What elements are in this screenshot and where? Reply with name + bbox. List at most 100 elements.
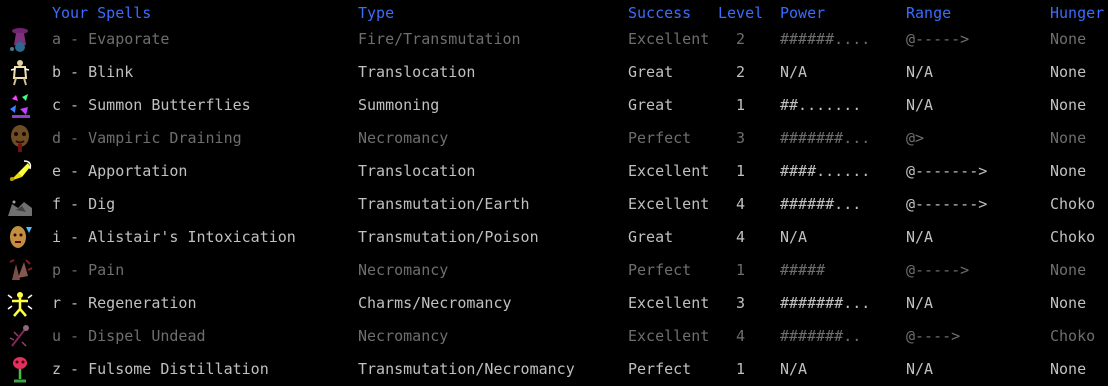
dig-icon — [8, 200, 32, 216]
spell-level: 2 — [736, 30, 746, 48]
spell-power: N/A — [780, 228, 808, 246]
spell-row[interactable]: f - Dig Transmutation/Earth Excellent 4 ####… — [0, 188, 1108, 221]
spell-type: Summoning — [358, 96, 440, 114]
spell-range: N/A — [906, 63, 934, 81]
spell-power: #######.. — [780, 327, 862, 345]
spell-hunger: Choko — [1050, 327, 1096, 345]
butterflies-icon — [10, 94, 30, 118]
spell-range: @-----> — [906, 261, 970, 279]
spell-hunger: None — [1050, 129, 1087, 147]
spell-type: Necromancy — [358, 327, 449, 345]
header-success: Success — [628, 4, 692, 22]
regeneration-icon — [7, 292, 33, 317]
spell-hunger: None — [1050, 261, 1087, 279]
header-spells: Your Spells — [52, 4, 152, 22]
spell-type: Charms/Necromancy — [358, 294, 512, 312]
spell-hunger: None — [1050, 294, 1087, 312]
spell-hunger: Choko — [1050, 228, 1096, 246]
spell-level: 3 — [736, 294, 746, 312]
spell-success: Great — [628, 96, 674, 114]
apportation-icon — [10, 160, 32, 181]
spell-hunger: None — [1050, 360, 1087, 378]
spell-range: @-------> — [906, 195, 988, 213]
spell-success: Perfect — [628, 129, 692, 147]
spell-level: 4 — [736, 228, 746, 246]
spell-level: 3 — [736, 129, 746, 147]
spell-level: 1 — [736, 162, 746, 180]
spell-row[interactable]: u - Dispel Undead Necromancy Excellent 4 ###… — [0, 320, 1108, 353]
spell-hunger: None — [1050, 162, 1087, 180]
spell-success: Perfect — [628, 360, 692, 378]
spell-success: Excellent — [628, 195, 710, 213]
spell-row[interactable]: a - Evaporate Fire/Transmutation Excellent… — [0, 23, 1108, 56]
spell-row[interactable]: d - Vampiric Draining Necromancy Perfect 3 #… — [0, 122, 1108, 155]
spell-power: ####...... — [780, 162, 871, 180]
spell-range: @-------> — [906, 162, 988, 180]
spell-type: Necromancy — [358, 129, 449, 147]
spell-row[interactable]: z - Fulsome Distillation Transmutation/Ne… — [0, 353, 1108, 386]
spell-hunger: None — [1050, 96, 1087, 114]
header-level: Level — [718, 4, 764, 22]
spell-name: f - Dig — [52, 195, 116, 213]
spell-row[interactable]: r - Regeneration Charms/Necromancy Excelle… — [0, 287, 1108, 320]
spell-power: N/A — [780, 63, 808, 81]
spell-hunger: None — [1050, 30, 1087, 48]
spell-power: ######.... — [780, 30, 871, 48]
spell-power: N/A — [780, 360, 808, 378]
spell-name: a - Evaporate — [52, 30, 170, 48]
spell-name: e - Apportation — [52, 162, 188, 180]
spell-range: @-----> — [906, 30, 970, 48]
header-range: Range — [906, 4, 952, 22]
spell-hunger: Choko — [1050, 195, 1096, 213]
evaporate-icon — [10, 28, 28, 52]
spell-level: 1 — [736, 96, 746, 114]
spell-power: #######... — [780, 129, 871, 147]
spell-row[interactable]: c - Summon Butterflies Summoning Great 1 ##.… — [0, 89, 1108, 122]
spell-name: p - Pain — [52, 261, 125, 279]
header-power: Power — [780, 4, 826, 22]
spell-name: u - Dispel Undead — [52, 327, 206, 345]
spell-name: b - Blink — [52, 63, 134, 81]
spell-type: Necromancy — [358, 261, 449, 279]
spell-list-header: Your Spells Type Success Level Power Ran… — [0, 3, 1108, 23]
spell-range: @> — [906, 129, 925, 147]
spell-range: N/A — [906, 228, 934, 246]
spell-level: 4 — [736, 195, 746, 213]
intoxication-icon — [10, 226, 32, 248]
spell-name: r - Regeneration — [52, 294, 197, 312]
spell-row[interactable]: p - Pain Necromancy Perfect 1 ##### @-----> No… — [0, 254, 1108, 287]
spell-row[interactable]: i - Alistair's Intoxication Transmutation… — [0, 221, 1108, 254]
spell-success: Great — [628, 63, 674, 81]
fulsome-distillation-icon — [13, 357, 27, 383]
spell-success: Perfect — [628, 261, 692, 279]
spell-success: Excellent — [628, 162, 710, 180]
spell-level: 1 — [736, 360, 746, 378]
spell-name: c - Summon Butterflies — [52, 96, 251, 114]
vampiric-draining-icon — [11, 125, 29, 152]
spell-row[interactable]: e - Apportation Translocation Excellent 1 ##… — [0, 155, 1108, 188]
header-hunger: Hunger — [1050, 4, 1105, 22]
spell-type: Fire/Transmutation — [358, 30, 521, 48]
spell-name: i - Alistair's Intoxication — [52, 228, 296, 246]
blink-icon — [10, 60, 30, 86]
spell-success: Great — [628, 228, 674, 246]
header-type: Type — [358, 4, 395, 22]
spell-type: Transmutation/Earth — [358, 195, 530, 213]
spell-level: 2 — [736, 63, 746, 81]
spell-type: Translocation — [358, 162, 476, 180]
spell-range: N/A — [906, 294, 934, 312]
spell-success: Excellent — [628, 294, 710, 312]
spell-row[interactable]: b - Blink Translocation Great 2 N/A N/A None — [0, 56, 1108, 89]
spell-range: N/A — [906, 96, 934, 114]
dispel-undead-icon — [9, 325, 29, 347]
spell-power: #######... — [780, 294, 871, 312]
spell-hunger: None — [1050, 63, 1087, 81]
spell-range: N/A — [906, 360, 934, 378]
spell-level: 1 — [736, 261, 746, 279]
spell-power: ######... — [780, 195, 862, 213]
spell-success: Excellent — [628, 327, 710, 345]
spell-name: z - Fulsome Distillation — [52, 360, 269, 378]
spell-type: Transmutation/Poison — [358, 228, 539, 246]
spell-power: ##....... — [780, 96, 862, 114]
pain-icon — [9, 259, 33, 280]
